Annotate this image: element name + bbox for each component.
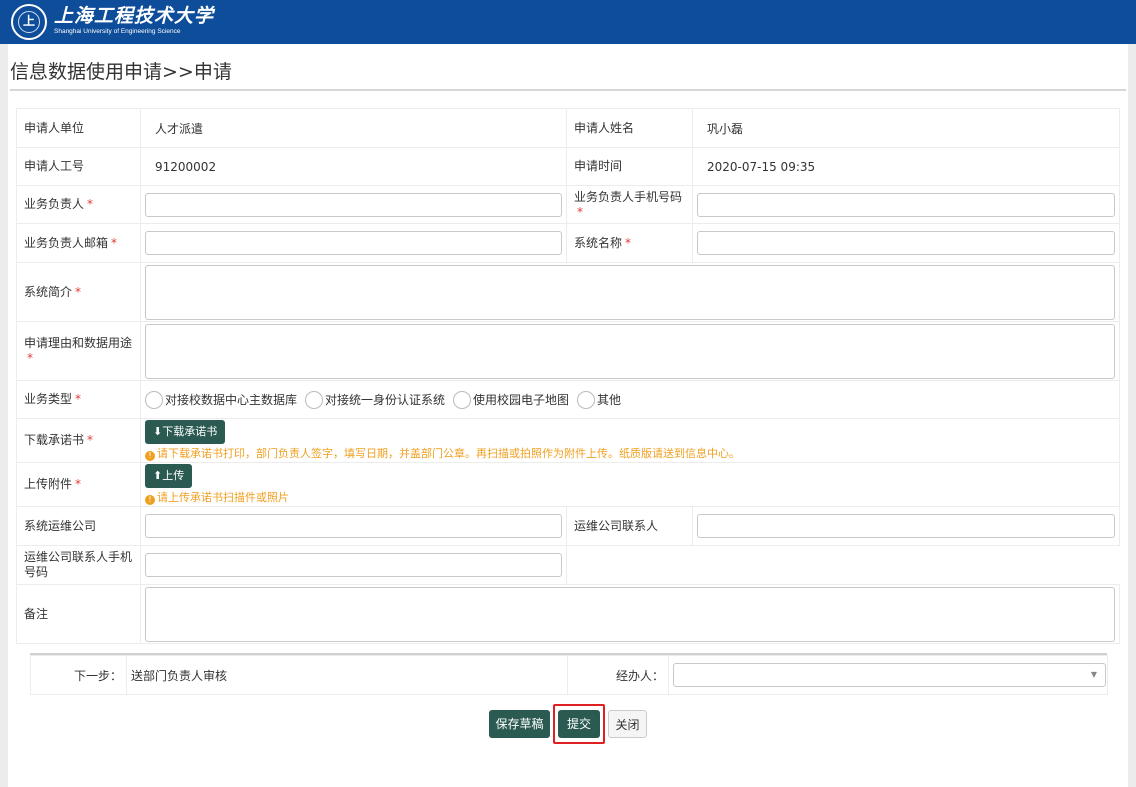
university-seal-icon: 上 (11, 4, 47, 40)
ops-company-label: 系统运维公司 (16, 506, 141, 546)
download-hint: ! 请下载承诺书打印，部门负责人签字，填写日期，并盖部门公章。再扫描或拍照作为附件… (145, 447, 1115, 461)
upload-hint: ! 请上传承诺书扫描件或照片 (145, 491, 1115, 505)
handler-cell: ▼ (668, 655, 1108, 695)
university-name-cn: 上海工程技术大学 (54, 5, 215, 27)
applicant-id-value: 91200002 (140, 147, 567, 186)
required-mark: * (625, 235, 632, 250)
page-title: 信息数据使用申请>>申请 (10, 61, 232, 83)
applicant-name-value: 巩小磊 (692, 108, 1120, 148)
biz-owner-phone-cell (692, 185, 1120, 224)
applicant-unit-label: 申请人单位 (16, 108, 141, 148)
download-cell: ⬇下载承诺书 ! 请下载承诺书打印，部门负责人签字，填写日期，并盖部门公章。再扫描… (140, 418, 1120, 463)
biz-owner-email-cell (140, 223, 567, 263)
ops-company-input[interactable] (145, 514, 562, 538)
upload-cell: ⬆上传 ! 请上传承诺书扫描件或照片 (140, 462, 1120, 507)
application-form: 申请人单位 人才派遣 申请人姓名 巩小磊 申请人工号 91200002 申请时间… (16, 108, 1120, 644)
required-mark: * (75, 284, 82, 299)
biz-type-option[interactable]: 对接统一身份认证系统 (305, 390, 445, 409)
required-mark: * (27, 351, 33, 365)
submit-highlight (553, 704, 605, 744)
biz-type-radio-group: 对接校数据中心主数据库 对接统一身份认证系统 使用校园电子地图 其他 (145, 390, 1115, 409)
right-gutter (1128, 44, 1136, 787)
info-icon: ! (145, 451, 155, 461)
system-intro-cell (140, 262, 1120, 322)
required-mark: * (577, 204, 583, 219)
biz-owner-phone-label: 业务负责人手机号码* (566, 185, 693, 224)
required-mark: * (75, 477, 82, 491)
biz-owner-label: 业务负责人 * (16, 185, 141, 224)
radio-circle-icon[interactable] (305, 390, 324, 409)
required-mark: * (111, 235, 118, 250)
applicant-id-label: 申请人工号 (16, 147, 141, 186)
biz-type-option[interactable]: 其他 (577, 390, 621, 409)
required-mark: * (75, 392, 82, 406)
ops-contact-cell (692, 506, 1120, 546)
remark-cell (140, 584, 1120, 644)
ops-contact-phone-label: 运维公司联系人手机号码 (16, 545, 141, 585)
close-button[interactable]: 关闭 (608, 710, 647, 738)
next-step-value: 送部门负责人审核 (126, 655, 568, 695)
workflow-step: 下一步： 送部门负责人审核 经办人： ▼ (30, 653, 1108, 695)
ops-contact-input[interactable] (697, 514, 1115, 538)
left-gutter (0, 44, 8, 787)
ops-contact-label: 运维公司联系人 (566, 506, 693, 546)
handler-label: 经办人： (567, 655, 669, 695)
ops-contact-phone-cell (140, 545, 567, 585)
ops-contact-phone-input[interactable] (145, 553, 562, 577)
applicant-name-label: 申请人姓名 (566, 108, 693, 148)
remark-label: 备注 (16, 584, 141, 644)
top-header: 上 上海工程技术大学 Shanghai University of Engine… (0, 0, 1136, 44)
biz-type-label: 业务类型 * (16, 380, 141, 419)
remark-textarea[interactable] (145, 586, 1115, 642)
ops-company-cell (140, 506, 567, 546)
next-step-label: 下一步： (30, 655, 127, 695)
required-mark: * (87, 433, 94, 447)
biz-owner-email-input[interactable] (145, 231, 562, 255)
biz-type-cell: 对接校数据中心主数据库 对接统一身份认证系统 使用校园电子地图 其他 (140, 380, 1120, 419)
title-divider (10, 89, 1126, 91)
reason-label: 申请理由和数据用途* (16, 321, 141, 381)
system-intro-label: 系统简介 * (16, 262, 141, 322)
apply-time-label: 申请时间 (566, 147, 693, 186)
upload-label: 上传附件 * (16, 462, 141, 507)
university-name-en: Shanghai University of Engineering Scien… (54, 28, 181, 35)
reason-textarea[interactable] (145, 323, 1115, 379)
system-name-input[interactable] (697, 231, 1115, 255)
upload-icon: ⬆ (153, 469, 163, 482)
biz-owner-cell (140, 185, 567, 224)
required-mark: * (87, 197, 94, 211)
upload-button[interactable]: ⬆上传 (145, 464, 193, 488)
system-name-cell (692, 223, 1120, 263)
system-intro-textarea[interactable] (145, 264, 1115, 320)
biz-owner-email-label: 业务负责人邮箱 * (16, 223, 141, 263)
biz-type-option[interactable]: 对接校数据中心主数据库 (145, 390, 297, 409)
applicant-unit-value: 人才派遣 (140, 108, 567, 148)
empty-cell (567, 546, 1120, 585)
download-commitment-button[interactable]: ⬇下载承诺书 (145, 420, 226, 444)
radio-circle-icon[interactable] (145, 390, 163, 409)
download-label: 下载承诺书 * (16, 418, 141, 463)
download-icon: ⬇ (153, 425, 163, 438)
biz-owner-input[interactable] (145, 192, 562, 217)
chevron-down-icon: ▼ (1090, 670, 1097, 679)
apply-time-value: 2020-07-15 09:35 (692, 147, 1120, 186)
handler-select[interactable]: ▼ (673, 663, 1106, 687)
biz-type-option[interactable]: 使用校园电子地图 (453, 390, 569, 409)
radio-circle-icon[interactable] (453, 390, 472, 409)
reason-cell (140, 321, 1120, 381)
system-name-label: 系统名称 * (566, 223, 693, 263)
biz-owner-phone-input[interactable] (697, 192, 1115, 217)
radio-circle-icon[interactable] (577, 390, 596, 409)
info-icon: ! (145, 495, 155, 505)
save-draft-button[interactable]: 保存草稿 (489, 710, 550, 738)
